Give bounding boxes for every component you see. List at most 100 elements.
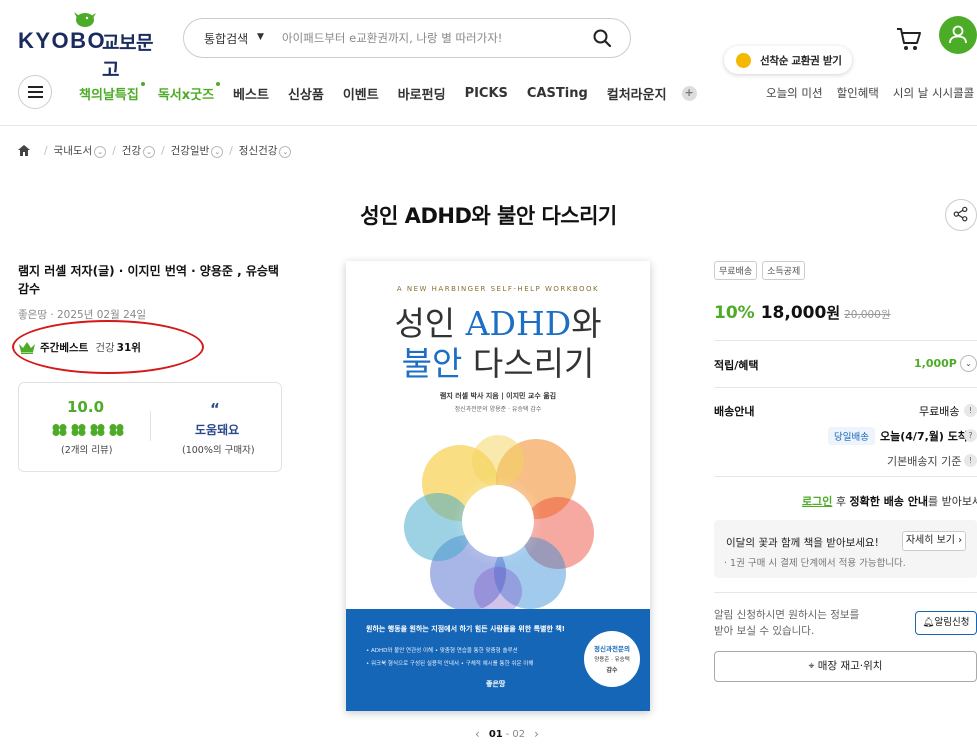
sale-price: 18,000 [760,303,827,323]
chevron-left-icon[interactable]: ‹ [475,727,480,741]
breadcrumb-item-health[interactable]: 건강 ⌄ [122,143,156,158]
divider [714,340,977,341]
divider [714,387,977,388]
book-cover-image[interactable]: A NEW HARBINGER SELF-HELP WORKBOOK 성인 AD… [346,261,650,711]
clover-icon [71,424,86,436]
help-icon[interactable]: ? [964,429,977,442]
nav-item-new[interactable]: 신상품 [288,84,324,103]
utility-links: 오늘의 미션 할인혜택 시의 날 시시콜콜▼ [766,85,977,101]
search-bar: 통합검색 ▼ [183,18,631,58]
chevron-down-icon[interactable]: ⌄ [143,146,156,158]
chevron-down-icon[interactable]: ⌄ [960,355,977,372]
breadcrumb-item-health-general[interactable]: 건강일반 ⌄ [171,143,224,158]
shipping-value: 무료배송 [919,405,960,418]
chevron-down-icon[interactable]: ⌄ [94,146,107,158]
helpful-percent: (100%의 구매자) [182,445,255,456]
cover-band-bullet2: • 워크북 형식으로 구성된 실용적 안내서 • 구체적 예시를 통한 쉬운 이… [366,661,534,667]
nav-item-reading-goods[interactable]: 독서x굿즈 [158,82,221,103]
watercolor-ring-art [404,435,594,615]
tag-free-shipping: 무료배송 [714,261,758,280]
clover-icon [90,424,105,436]
alarm-notice: 알림 신청하시면 원하시는 정보를 받아 보실 수 있습니다. [714,609,860,637]
page-title: 성인 ADHD와 불안 다스리기 [360,204,617,228]
pager-sep: - [505,728,510,740]
highlight-circle [12,320,204,374]
kyobo-logo[interactable]: KYOBO 교보문고 [18,8,168,81]
chevron-down-icon[interactable]: ⌄ [211,146,224,158]
mission-pill[interactable]: 선착순 교환권 받기 [724,46,852,74]
cover-blue-band: 원하는 행동을 원하는 지점에서 하기 힘든 사람들을 위한 특별한 책! • … [346,609,650,711]
price-block: 10% 18,000 원 20,000원 [714,302,891,323]
alarm-signup-button[interactable]: 🔔︎알림신청 [915,611,977,635]
cover-pager: ‹ 01 - 02 › [466,727,548,741]
cover-supervisor-badge: 정신과전문의 양용준 · 유승택 감수 [584,631,640,687]
pager-current: 01 [488,728,503,740]
user-icon [949,25,967,44]
util-today-mission[interactable]: 오늘의 미션 [766,85,823,101]
arrival-date: 오늘(4/7,월) 도착 [880,430,968,443]
breadcrumb: / 국내도서 ⌄ / 건강 ⌄ / 건강일반 ⌄ / 정신건강 ⌄ [18,143,292,158]
shipping-label: 배송안내 [714,405,755,418]
shipping-basis: 기본배송지 기준 [887,455,962,468]
logo-text-en: KYOBO [18,28,107,53]
hamburger-menu-button[interactable] [18,75,52,109]
info-icon[interactable]: ! [964,404,977,417]
caret-down-icon[interactable]: ▼ [257,32,264,42]
nav-item-casting[interactable]: CASTing [527,86,588,101]
divider [714,592,977,593]
new-dot-icon [140,82,145,86]
nav-item-event[interactable]: 이벤트 [343,84,379,103]
cover-publisher: 좋은땅 [486,680,506,688]
review-summary-card[interactable]: 10.0 (2개의 리뷰) “ 도움돼요 (100%의 구매자) [18,382,282,472]
chevron-down-icon[interactable]: ⌄ [279,146,292,158]
cover-band-headline: 원하는 행동을 원하는 지점에서 하기 힘든 사람들을 위한 특별한 책! [366,625,566,633]
bird-logo-icon [74,12,96,27]
util-discount-benefits[interactable]: 할인혜택 [837,85,879,101]
view-details-button[interactable]: 자세히 보기 › [902,531,966,551]
logo-text-kr: 교보문고 [102,32,153,81]
info-icon[interactable]: ! [964,454,977,467]
review-count: (2개의 리뷰) [61,445,113,456]
pager-total: 02 [512,728,526,740]
nav-item-book-day[interactable]: 책의날특집 [79,82,145,103]
divider [714,476,977,477]
chevron-right-icon[interactable]: › [534,727,539,741]
bell-icon: 🔔︎ [922,617,935,628]
hamburger-icon [28,86,43,98]
nav-item-culture-lounge[interactable]: 컬처라운지 [607,84,667,103]
login-link[interactable]: 로그인 [802,495,832,508]
flower-promo-title: 이달의 꽃과 함께 책을 받아보세요! [726,537,879,549]
badge-tags: 무료배송 소득공제 [714,261,810,280]
tag-tax-deduction: 소득공제 [762,261,806,280]
same-day-badge: 당일배송 [828,427,875,445]
breadcrumb-item-domestic[interactable]: 국내도서 ⌄ [54,143,107,158]
header-divider [0,125,977,126]
nav-item-picks[interactable]: PICKS [465,86,508,101]
new-dot-icon [216,82,221,86]
share-button[interactable] [945,199,977,231]
nav-item-funding[interactable]: 바로펀딩 [398,84,446,103]
cart-icon[interactable] [896,26,922,52]
clover-rating [52,424,128,436]
flower-promo-box: 이달의 꽃과 함께 책을 받아보세요! · 1권 구매 시 결제 단계에서 적용… [714,520,977,578]
discount-rate: 10% [714,303,755,323]
breadcrumb-item-mental-health[interactable]: 정신건강 ⌄ [239,143,292,158]
review-score: 10.0 [67,398,105,416]
clover-icon [52,424,67,436]
nav-item-best[interactable]: 베스트 [233,84,269,103]
flower-promo-sub: · 1권 구매 시 결제 단계에서 적용 가능합니다. [724,558,906,569]
search-input[interactable] [282,27,572,49]
login-notice: 로그인 후 정확한 배송 안내를 받아보세요! [802,495,977,508]
quote-icon: “ [210,400,220,418]
home-icon[interactable] [18,145,30,156]
cover-title-line2: 불안 다스리기 [401,344,595,383]
search-category-select[interactable]: 통합검색 [204,30,248,47]
book-authors[interactable]: 램지 러셀 저자(글) · 이지민 번역 · 양용준 , 유승택 감수 [18,262,288,298]
location-pin-icon: ⌖ [808,660,818,672]
search-icon[interactable] [592,28,612,48]
util-poetry-day[interactable]: 시의 날 시시콜콜▼ [893,85,977,101]
store-stock-button[interactable]: ⌖ 매장 재고·위치 [714,651,977,682]
coin-icon [736,53,751,68]
nav-more-button[interactable]: + [681,86,697,101]
user-avatar-button[interactable] [939,16,977,54]
